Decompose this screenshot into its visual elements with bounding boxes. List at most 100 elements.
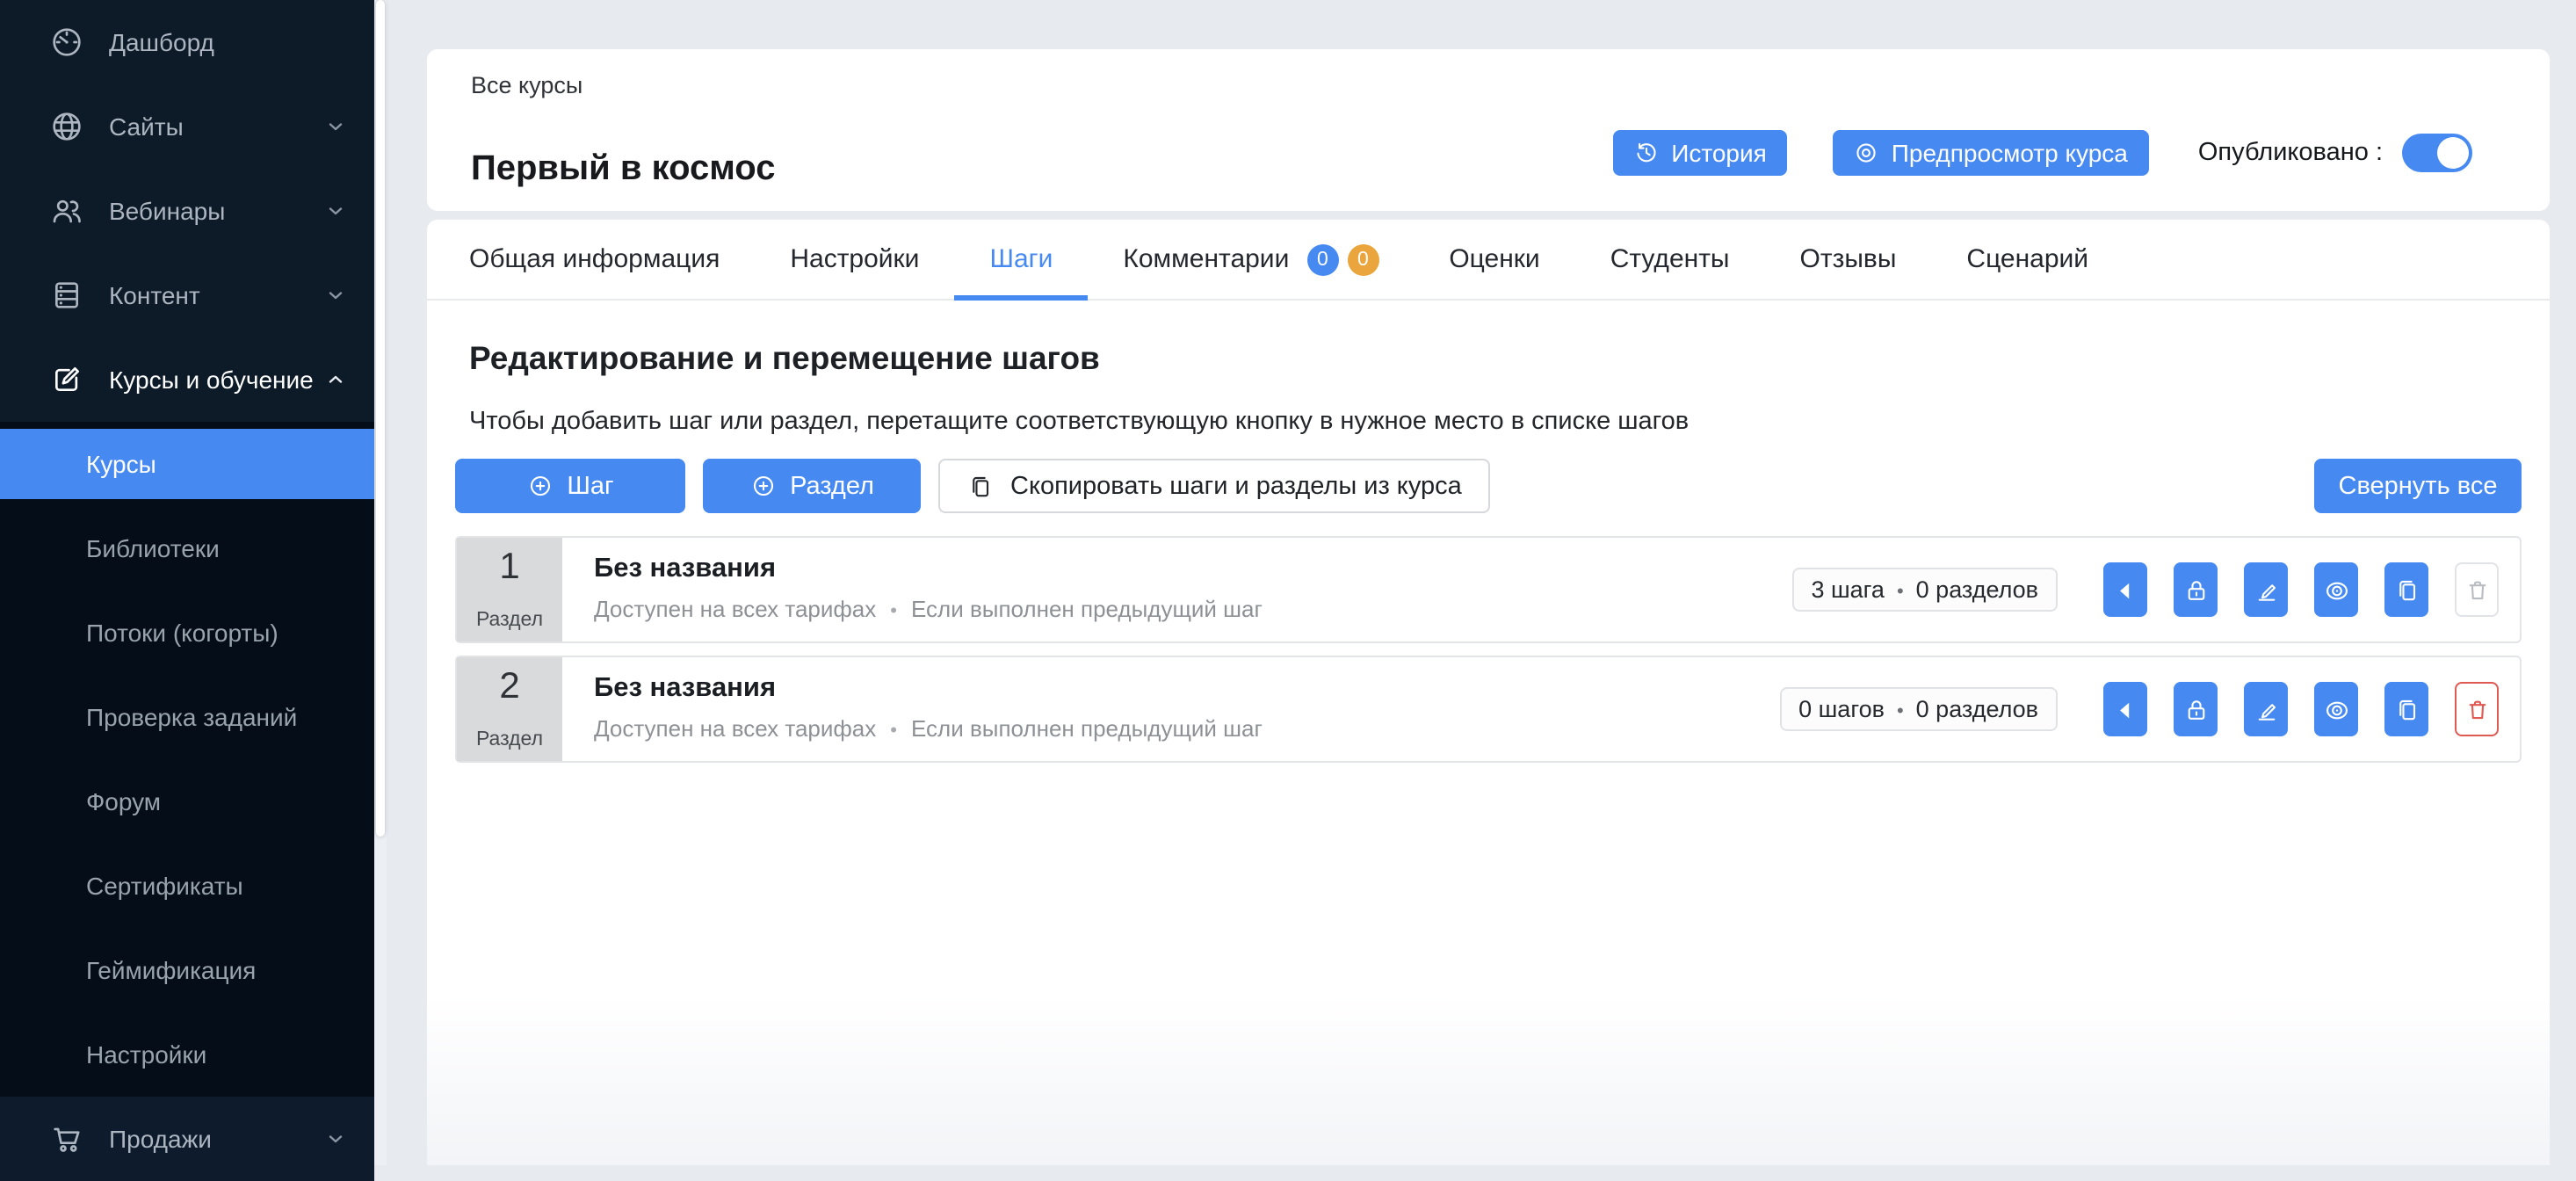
sidebar-item-content[interactable]: Контент [0,253,374,337]
sidebar-subitem-label: Сертификаты [86,872,243,900]
sidebar-scrollbar-track [374,0,387,1165]
sidebar-subitem-label: Форум [86,787,162,815]
view-icon [2326,581,2347,599]
sidebar-subitem-certificates[interactable]: Сертификаты [0,844,374,928]
section-availability: Доступен на всех тарифах [594,596,877,622]
section-number-cell: 1 Раздел [457,538,562,641]
section-subtitle: Доступен на всех тарифахЕсли выполнен пр… [594,596,1791,622]
section-availability: Доступен на всех тарифах [594,715,877,742]
sidebar-subitem-label: Проверка заданий [86,703,298,731]
trash-icon [2468,580,2486,599]
breadcrumb-all-courses[interactable]: Все курсы [471,72,582,98]
pencil-icon [2257,583,2275,600]
edit-section-button[interactable] [2244,682,2288,736]
chevron-down-icon [329,1135,343,1143]
section-title: Без названия [594,554,777,583]
sidebar-subitem-settings[interactable]: Настройки [0,1012,374,1097]
sidebar-scrollbar-thumb[interactable] [376,0,385,837]
preview-icon [1857,143,1877,163]
sections-count: 0 разделов [1885,576,2038,603]
sidebar-subitem-label: Курсы [86,450,156,478]
tab-reviews[interactable]: Отзывы [1800,220,1897,299]
collapse-all-button[interactable]: Свернуть все [2314,459,2522,513]
tab-comments[interactable]: Комментарии 0 0 [1123,220,1379,299]
collapse-section-button[interactable] [2103,682,2147,736]
sidebar-item-label: Продажи [109,1125,212,1153]
sidebar: Дашборд Сайты Вебинары Контент Курсы и о… [0,0,374,1181]
published-label: Опубликовано : [2197,139,2383,167]
sidebar-bottom: Продажи [0,1097,374,1181]
sidebar-submenu-courses: Курсы Библиотеки Потоки (когорты) Провер… [0,422,374,1097]
sidebar-subitem-forum[interactable]: Форум [0,759,374,844]
sidebar-subitem-label: Настройки [86,1040,207,1069]
comments-count-badge-blue: 0 [1306,243,1339,275]
header-actions: История Предпросмотр курса Опубликовано … [1613,130,2472,176]
course-preview-button[interactable]: Предпросмотр курса [1833,130,2149,176]
delete-section-button[interactable] [2455,682,2499,736]
duplicate-section-button[interactable] [2384,682,2428,736]
sidebar-item-label: Вебинары [109,197,226,225]
pencil-icon [2257,703,2275,720]
view-icon [2326,700,2347,719]
published-toggle[interactable] [2402,134,2472,172]
sidebar-subitem-cohorts[interactable]: Потоки (когорты) [0,590,374,675]
tab-scenario[interactable]: Сценарий [1966,220,2088,299]
sidebar-item-dashboard[interactable]: Дашборд [0,0,374,84]
sidebar-item-sales[interactable]: Продажи [0,1097,374,1181]
delete-section-button[interactable] [2455,562,2499,617]
duplicate-section-button[interactable] [2384,562,2428,617]
add-section-button-label: Раздел [790,472,874,500]
tab-label: Шаги [989,244,1053,274]
sidebar-item-webinars[interactable]: Вебинары [0,169,374,253]
add-section-button[interactable]: Раздел [703,459,921,513]
tab-steps[interactable]: Шаги [954,220,1089,301]
cart-icon [54,1127,80,1152]
plus-circle-icon [753,475,773,496]
history-button[interactable]: История [1613,130,1788,176]
copy-steps-button[interactable]: Скопировать шаги и разделы из курса [938,459,1490,513]
section-row[interactable]: 2 Раздел Без названия Доступен на всех т… [455,656,2522,763]
sidebar-subitem-courses[interactable]: Курсы [0,429,374,499]
sidebar-subitem-gamification[interactable]: Геймификация [0,928,374,1012]
course-preview-button-label: Предпросмотр курса [1891,139,2128,167]
sidebar-item-label: Курсы и обучение [109,366,314,394]
published-toggle-knob [2437,137,2469,169]
edit-section-button[interactable] [2244,562,2288,617]
tab-general-info[interactable]: Общая информация [469,220,720,299]
steps-panel: Редактирование и перемещение шагов Чтобы… [427,339,2550,763]
trash-icon [2468,699,2486,719]
history-button-label: История [1671,139,1767,167]
collapse-icon [2119,582,2129,598]
chevron-down-icon [329,207,343,215]
section-condition: Если выполнен предыдущий шаг [876,596,1263,622]
lock-section-button[interactable] [2174,682,2218,736]
collapse-section-button[interactable] [2103,562,2147,617]
sidebar-item-sites[interactable]: Сайты [0,84,374,169]
lock-icon [2187,699,2204,719]
chevron-down-icon [329,123,343,131]
sections-count: 0 разделов [1885,696,2038,722]
collapse-icon [2119,701,2129,718]
tab-label: Комментарии [1123,244,1290,274]
tab-grades[interactable]: Оценки [1449,220,1539,299]
section-counts-badge: 3 шага0 разделов [1791,568,2058,612]
add-step-button[interactable]: Шаг [455,459,685,513]
course-header-card: Все курсы Первый в космос История Предпр… [427,49,2550,211]
section-controls: 0 шагов0 разделов [1779,657,2520,761]
duplicate-icon [2399,699,2415,720]
section-info: Без названия Доступен на всех тарифахЕсл… [562,538,1791,641]
tab-settings[interactable]: Настройки [790,220,919,299]
view-section-button[interactable] [2314,562,2358,617]
sidebar-subitem-libraries[interactable]: Библиотеки [0,506,374,590]
course-main-card: Общая информация Настройки Шаги Коммента… [427,220,2550,1165]
sidebar-subitem-task-review[interactable]: Проверка заданий [0,675,374,759]
section-subtitle: Доступен на всех тарифахЕсли выполнен пр… [594,715,1779,742]
section-number: 2 [499,666,520,706]
collapse-all-button-label: Свернуть все [2338,472,2498,500]
section-row[interactable]: 1 Раздел Без названия Доступен на всех т… [455,536,2522,643]
lock-section-button[interactable] [2174,562,2218,617]
sidebar-item-courses-education[interactable]: Курсы и обучение [0,337,374,422]
history-icon [1637,142,1656,163]
view-section-button[interactable] [2314,682,2358,736]
tab-students[interactable]: Студенты [1610,220,1730,299]
